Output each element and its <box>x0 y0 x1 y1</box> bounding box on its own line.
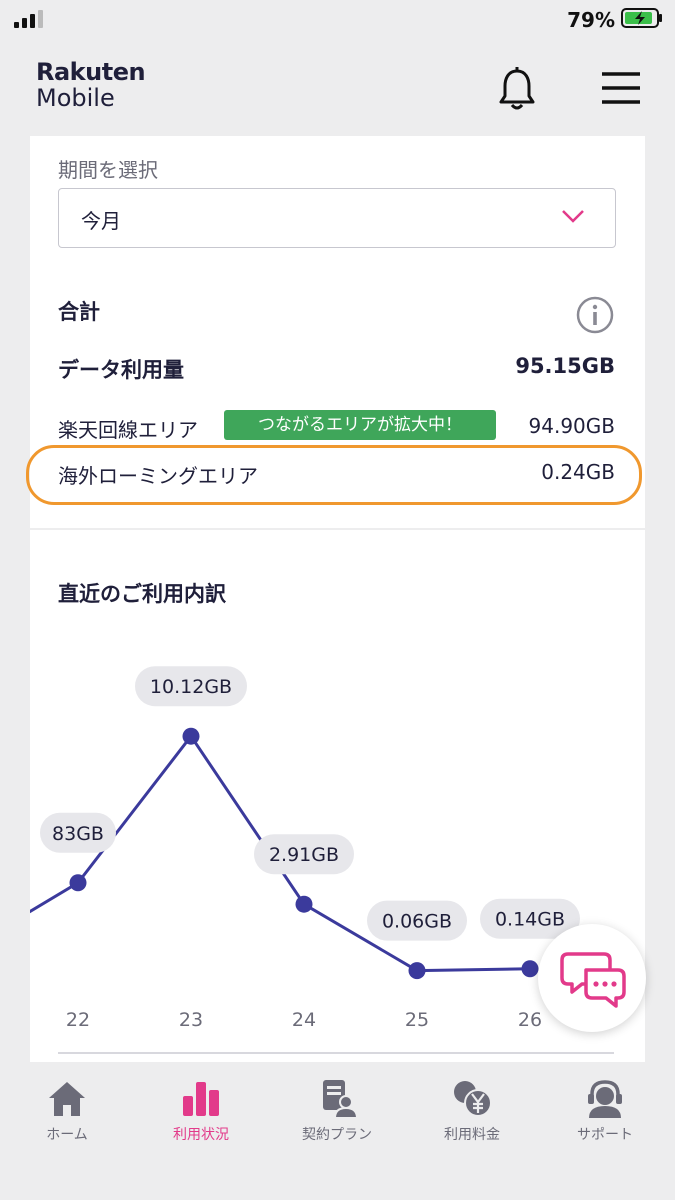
battery-icon <box>621 8 662 28</box>
data-usage-value: 95.15GB <box>515 354 615 378</box>
nav-label-home: ホーム <box>46 1127 88 1143</box>
chart-point <box>182 727 200 745</box>
nav-item-home[interactable]: ホーム <box>2 1078 132 1144</box>
total-heading: 合計 <box>58 300 100 324</box>
bottom-navigation: ホーム 利用状況 契約プラン 利用料金 サポート <box>0 1062 675 1200</box>
chart-x-tick-label: 22 <box>66 1009 90 1031</box>
period-select-value: 今月 <box>81 209 121 233</box>
rakuten-area-label: 楽天回線エリア <box>58 418 198 442</box>
chart-point <box>521 960 539 978</box>
nav-item-plan[interactable]: 契約プラン <box>272 1078 402 1144</box>
chevron-down-icon <box>562 210 584 223</box>
nav-item-billing[interactable]: 利用料金 <box>407 1078 537 1144</box>
nav-label-usage: 利用状況 <box>173 1127 229 1143</box>
status-bar: 79% <box>0 0 675 40</box>
chat-bubbles-icon <box>560 952 626 1008</box>
nav-item-usage[interactable]: 利用状況 <box>136 1078 266 1144</box>
yen-coin-icon <box>454 1081 492 1117</box>
info-icon[interactable] <box>576 296 614 334</box>
app-header: Rakuten Mobile <box>0 40 675 136</box>
home-icon <box>49 1082 85 1116</box>
bar-chart-icon <box>183 1082 219 1116</box>
bell-icon[interactable] <box>496 66 538 112</box>
roaming-area-label: 海外ローミングエリア <box>58 464 258 488</box>
nav-label-billing: 利用料金 <box>444 1127 500 1143</box>
period-select[interactable]: 今月 <box>58 188 616 248</box>
period-label: 期間を選択 <box>58 158 158 182</box>
usage-summary-card: 期間を選択 今月 合計 データ利用量 95.15GB 楽天回線エリア つながるエ… <box>26 136 645 528</box>
nav-label-support: サポート <box>577 1127 633 1143</box>
chart-data-label: 83GB <box>52 823 104 845</box>
chat-button[interactable] <box>538 924 646 1032</box>
rakuten-mobile-logo[interactable]: Rakuten Mobile <box>36 58 146 112</box>
roaming-area-value: 0.24GB <box>541 460 615 484</box>
chart-point <box>295 895 313 913</box>
chart-x-tick-label: 24 <box>292 1009 316 1031</box>
chart-data-label: 0.06GB <box>382 911 452 933</box>
data-usage-label: データ利用量 <box>58 358 184 382</box>
nav-item-support[interactable]: サポート <box>540 1078 670 1144</box>
signal-icon <box>14 10 54 28</box>
chart-data-label: 2.91GB <box>269 844 339 866</box>
chart-x-tick-label: 25 <box>405 1009 429 1031</box>
area-expanding-badge[interactable]: つながるエリアが拡大中！ <box>224 410 496 440</box>
chart-point <box>69 874 87 892</box>
divider <box>58 1052 614 1054</box>
nav-label-plan: 契約プラン <box>302 1127 372 1143</box>
battery-percent: 79% <box>567 8 615 32</box>
logo-text-rakuten: Rakuten <box>36 58 146 86</box>
logo-text-mobile: Mobile <box>36 84 115 112</box>
rakuten-area-value: 94.90GB <box>528 414 615 438</box>
contract-icon <box>323 1080 359 1118</box>
hamburger-menu-icon[interactable] <box>600 70 642 106</box>
chart-data-label: 10.12GB <box>150 676 232 698</box>
chart-point <box>408 962 426 980</box>
headset-icon <box>588 1080 622 1118</box>
chart-x-tick-label: 23 <box>179 1009 203 1031</box>
